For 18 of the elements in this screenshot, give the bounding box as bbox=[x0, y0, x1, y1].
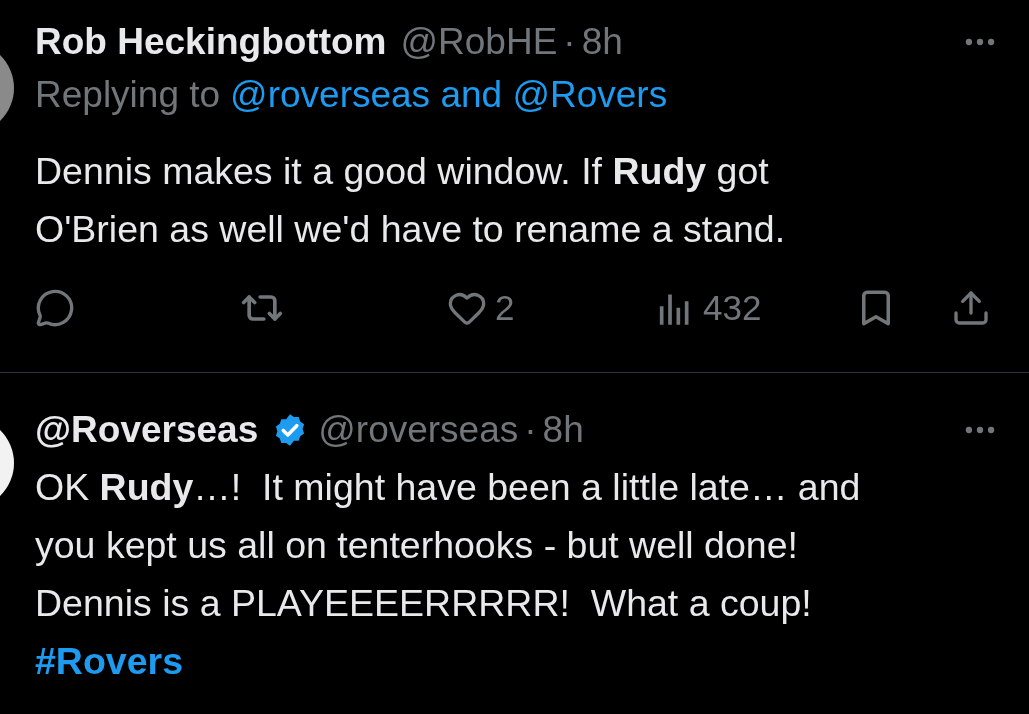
share-icon bbox=[951, 288, 991, 328]
like-button[interactable]: 2 bbox=[447, 288, 655, 328]
speech-bubble-icon bbox=[35, 288, 75, 328]
tweet-text: OK Rudy…! It might have been a little late… and you kept us all on tenterhooks - but well done! Dennis is a PLAYEEEERRRRR! What a coup! bbox=[35, 465, 862, 626]
views-button[interactable]: 432 bbox=[655, 288, 855, 328]
share-button[interactable] bbox=[951, 288, 991, 328]
separator-dot: · bbox=[524, 409, 537, 451]
user-handle: @RobHE bbox=[400, 21, 558, 63]
hashtag-link[interactable]: #Rovers bbox=[35, 632, 183, 690]
post-time: 8h bbox=[542, 409, 584, 451]
mention-link[interactable]: @roverseas and @Rovers bbox=[230, 74, 668, 116]
separator-dot: · bbox=[563, 21, 576, 63]
user-handle: @roverseas bbox=[318, 409, 519, 451]
replying-label: Replying to bbox=[35, 74, 221, 116]
post-time: 8h bbox=[581, 21, 623, 63]
tweet-text: Dennis makes it a good window. If Rudy got O'Brien as well we'd have to rename a stand. bbox=[35, 149, 787, 252]
display-name: Rob Heckingbottom bbox=[35, 21, 387, 63]
display-name: @Roverseas bbox=[35, 409, 259, 451]
